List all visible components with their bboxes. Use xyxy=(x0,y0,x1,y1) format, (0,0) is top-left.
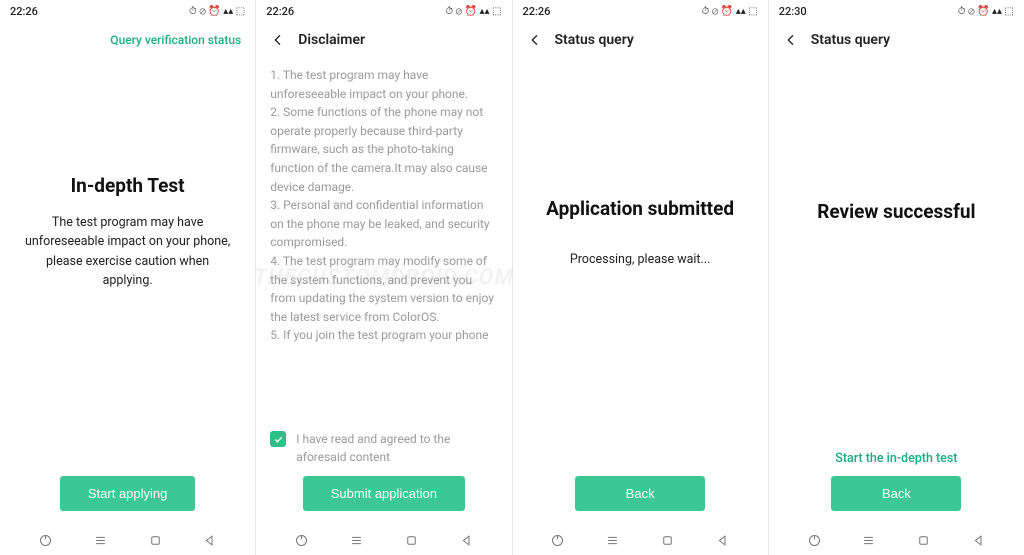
topbar: Disclaimer xyxy=(256,22,511,58)
status-bar: 22:30 ⏱ ⊘ ⏰ ▴▴ ⬚ xyxy=(769,0,1024,22)
disclaimer-text: 1. The test program may have unforeseeab… xyxy=(270,66,497,420)
back-icon[interactable] xyxy=(713,531,731,549)
status-bar: 22:26 ⏱ ⊘ ⏰ ▴▴ ⬚ xyxy=(256,0,511,22)
center-block: In-depth Test The test program may have … xyxy=(14,58,241,466)
status-icons: ⏱ ⊘ ⏰ ▴▴ ⬚ xyxy=(958,6,1014,17)
status-icons: ⏱ ⊘ ⏰ ▴▴ ⬚ xyxy=(445,6,501,17)
agree-row[interactable]: I have read and agreed to the aforesaid … xyxy=(270,430,497,466)
power-icon[interactable] xyxy=(549,531,567,549)
content: Review successful Start the in-depth tes… xyxy=(769,58,1024,525)
navbar xyxy=(256,525,511,555)
status-bar: 22:26 ⏱ ⊘ ⏰ ▴▴ ⬚ xyxy=(513,0,768,22)
status-bar: 22:26 ⏱ ⊘ ⏰ ▴▴ ⬚ xyxy=(0,0,255,22)
recents-icon[interactable] xyxy=(604,531,622,549)
back-button[interactable]: Back xyxy=(575,476,705,511)
home-icon[interactable] xyxy=(146,531,164,549)
back-button[interactable]: Back xyxy=(831,476,961,511)
page-title: Review successful xyxy=(817,200,975,223)
navbar xyxy=(769,525,1024,555)
status-icons: ⏱ ⊘ ⏰ ▴▴ ⬚ xyxy=(189,6,245,17)
content: In-depth Test The test program may have … xyxy=(0,58,255,525)
power-icon[interactable] xyxy=(36,531,54,549)
clock: 22:26 xyxy=(10,5,38,18)
bottom-area: Submit application xyxy=(270,466,497,525)
processing-text: Processing, please wait... xyxy=(570,252,711,267)
navbar xyxy=(0,525,255,555)
back-arrow-icon[interactable] xyxy=(527,32,543,48)
clock: 22:26 xyxy=(523,5,551,18)
power-icon[interactable] xyxy=(805,531,823,549)
recents-icon[interactable] xyxy=(91,531,109,549)
page-title: In-depth Test xyxy=(71,174,185,197)
header-title: Status query xyxy=(811,32,890,48)
topbar: Status query xyxy=(513,22,768,58)
screen-review-successful: 22:30 ⏱ ⊘ ⏰ ▴▴ ⬚ Status query Review suc… xyxy=(769,0,1024,555)
center-block: Review successful xyxy=(783,58,1010,441)
clock: 22:26 xyxy=(266,5,294,18)
screen-disclaimer: THECUSTOMDROID.COM 22:26 ⏱ ⊘ ⏰ ▴▴ ⬚ Disc… xyxy=(256,0,511,555)
content: Application submitted Processing, please… xyxy=(513,58,768,525)
page-description: The test program may have unforeseeable … xyxy=(20,213,235,291)
submit-application-button[interactable]: Submit application xyxy=(303,476,465,511)
clock: 22:30 xyxy=(779,5,807,18)
status-icons: ⏱ ⊘ ⏰ ▴▴ ⬚ xyxy=(702,6,758,17)
screen-application-submitted: 22:26 ⏱ ⊘ ⏰ ▴▴ ⬚ Status query Applicatio… xyxy=(513,0,768,555)
back-icon[interactable] xyxy=(201,531,219,549)
recents-icon[interactable] xyxy=(860,531,878,549)
home-icon[interactable] xyxy=(402,531,420,549)
screen-indepth-test: 22:26 ⏱ ⊘ ⏰ ▴▴ ⬚ Query verification stat… xyxy=(0,0,255,555)
power-icon[interactable] xyxy=(293,531,311,549)
topbar: Query verification status xyxy=(0,22,255,58)
content: 1. The test program may have unforeseeab… xyxy=(256,58,511,525)
back-icon[interactable] xyxy=(970,531,988,549)
header-title: Status query xyxy=(555,32,634,48)
bottom-area: Start the in-depth test Back xyxy=(783,441,1010,525)
page-title: Application submitted xyxy=(546,197,734,220)
start-applying-button[interactable]: Start applying xyxy=(60,476,196,511)
back-arrow-icon[interactable] xyxy=(270,32,286,48)
home-icon[interactable] xyxy=(915,531,933,549)
navbar xyxy=(513,525,768,555)
recents-icon[interactable] xyxy=(347,531,365,549)
bottom-area: Back xyxy=(527,466,754,525)
back-arrow-icon[interactable] xyxy=(783,32,799,48)
home-icon[interactable] xyxy=(659,531,677,549)
bottom-area: Start applying xyxy=(14,466,241,525)
center-block: Application submitted Processing, please… xyxy=(527,58,754,466)
header-title: Disclaimer xyxy=(298,32,365,48)
topbar: Status query xyxy=(769,22,1024,58)
back-icon[interactable] xyxy=(457,531,475,549)
query-verification-link[interactable]: Query verification status xyxy=(110,33,241,47)
start-indepth-test-link[interactable]: Start the in-depth test xyxy=(835,451,957,466)
agree-label: I have read and agreed to the aforesaid … xyxy=(296,430,497,466)
agree-checkbox[interactable] xyxy=(270,431,286,447)
